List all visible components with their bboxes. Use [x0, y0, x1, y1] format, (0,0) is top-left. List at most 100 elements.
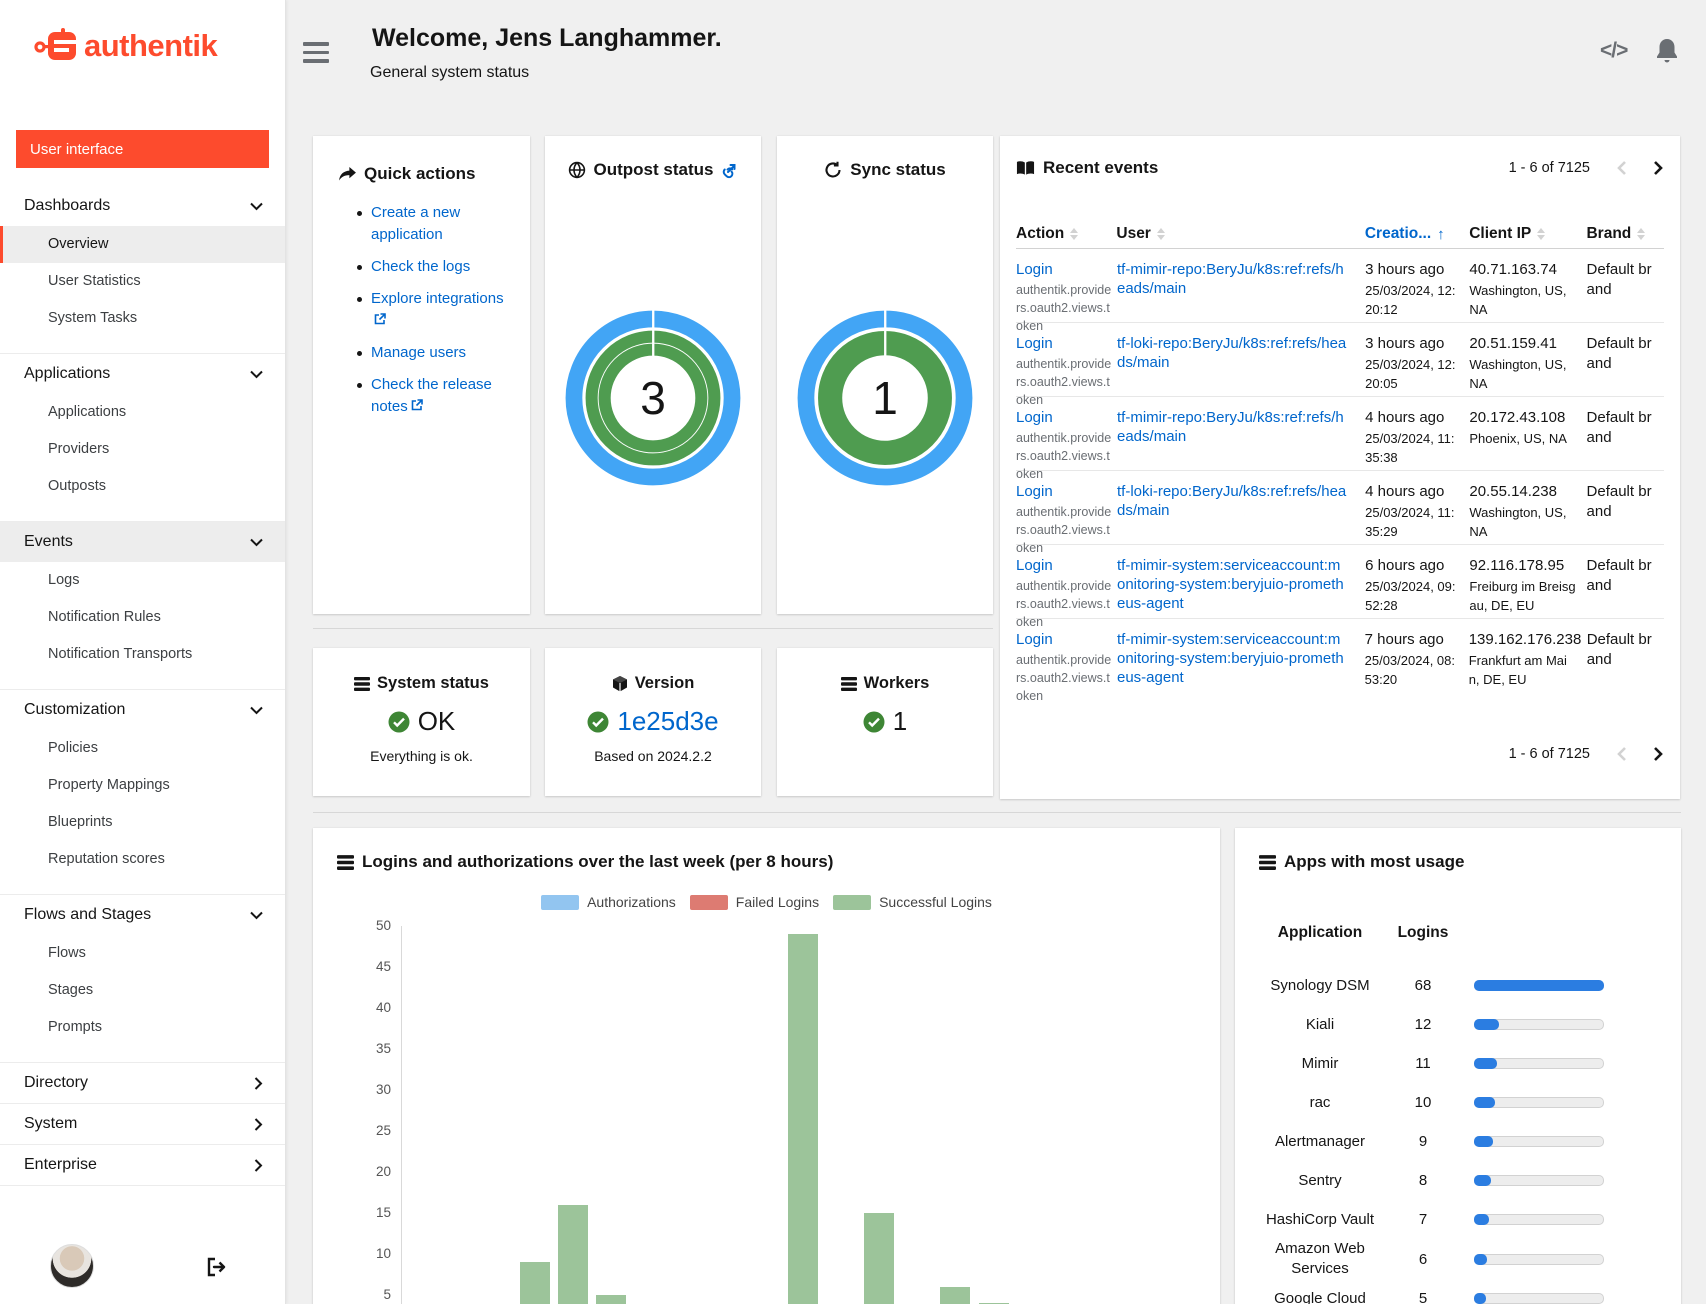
- apps-column-logins: Logins: [1388, 924, 1458, 942]
- event-user-link[interactable]: tf-mimir-system:serviceaccount:monitorin…: [1117, 556, 1347, 613]
- chart-bar: [940, 1287, 970, 1304]
- sidebar-item-property-mappings[interactable]: Property Mappings: [0, 767, 285, 804]
- event-when: 4 hours ago: [1365, 408, 1459, 428]
- sidebar-item-flows[interactable]: Flows: [0, 935, 285, 972]
- column-header-brand[interactable]: Brand: [1586, 225, 1664, 243]
- sidebar-item-policies[interactable]: Policies: [0, 730, 285, 767]
- app-usage-row: Google Cloud5: [1235, 1279, 1681, 1304]
- nav-group-applications[interactable]: Applications: [0, 354, 285, 394]
- sidebar-item-user-statistics[interactable]: User Statistics: [0, 263, 285, 300]
- app-usage-row: Amazon Web Services6: [1235, 1239, 1681, 1279]
- event-action-link[interactable]: Login: [1016, 482, 1053, 501]
- nav-group-customization[interactable]: Customization: [0, 690, 285, 730]
- event-ip: 20.55.14.238: [1469, 482, 1576, 502]
- app-name: Google Cloud: [1260, 1289, 1380, 1304]
- column-header-action[interactable]: Action: [1016, 225, 1116, 243]
- event-user-link[interactable]: tf-loki-repo:BeryJu/k8s:ref:refs/heads/m…: [1117, 482, 1347, 520]
- sidebar-item-blueprints[interactable]: Blueprints: [0, 804, 285, 841]
- sidebar-item-outposts[interactable]: Outposts: [0, 468, 285, 505]
- sidebar-item-applications[interactable]: Applications: [0, 394, 285, 431]
- pagination-prev-icon[interactable]: [1616, 746, 1627, 762]
- pagination-next-icon[interactable]: [1653, 746, 1664, 762]
- nav-group-directory[interactable]: Directory: [0, 1063, 285, 1103]
- event-action-link[interactable]: Login: [1016, 260, 1053, 279]
- event-when-full: 25/03/2024, 08:53:20: [1365, 651, 1459, 689]
- usage-progress-bar: [1474, 1019, 1499, 1030]
- api-code-icon[interactable]: </>: [1600, 39, 1627, 63]
- event-row: Loginauthentik.providers.oauth2.views.to…: [1016, 544, 1664, 618]
- section-divider: [313, 812, 1681, 813]
- version-card: Version 1e25d3e Based on 2024.2.2: [545, 648, 761, 796]
- quick-action-link-create-a-new-application[interactable]: Create a new application: [371, 204, 460, 243]
- nav-group-system[interactable]: System: [0, 1104, 285, 1144]
- event-brand-cell: Default brand: [1587, 556, 1664, 618]
- quick-action-link-check-the-release-notes[interactable]: Check the release notes: [371, 376, 492, 415]
- event-creation-cell: 3 hours ago25/03/2024, 12:20:05: [1365, 334, 1469, 396]
- event-brand-cell: Default brand: [1587, 260, 1664, 322]
- outpost-link-icon[interactable]: [721, 162, 738, 179]
- nav-group-events[interactable]: Events: [0, 522, 285, 562]
- sidebar-item-prompts[interactable]: Prompts: [0, 1009, 285, 1046]
- event-action-detail: authentik.providers.oauth2.views.token: [1016, 651, 1112, 705]
- sidebar-item-overview[interactable]: Overview: [0, 226, 285, 263]
- authentik-admin-dashboard: authentik User interface DashboardsOverv…: [0, 0, 1706, 1304]
- version-title: Version: [635, 674, 695, 693]
- user-interface-button[interactable]: User interface: [16, 130, 269, 168]
- nav-group-enterprise[interactable]: Enterprise: [0, 1145, 285, 1185]
- y-tick-label: 15: [351, 1205, 391, 1220]
- chart-bar: [788, 934, 818, 1304]
- sidebar-item-system-tasks[interactable]: System Tasks: [0, 300, 285, 337]
- outpost-status-donut-chart: 3: [560, 305, 746, 491]
- event-action-link[interactable]: Login: [1016, 630, 1053, 649]
- nav-group-flows-and-stages[interactable]: Flows and Stages: [0, 895, 285, 935]
- event-row: Loginauthentik.providers.oauth2.views.to…: [1016, 322, 1664, 396]
- quick-action-link-explore-integrations[interactable]: Explore integrations: [371, 290, 504, 307]
- sidebar-item-notification-transports[interactable]: Notification Transports: [0, 636, 285, 673]
- recent-events-card: Recent events 1 - 6 of 7125 Action User …: [1000, 136, 1680, 799]
- event-brand: Default brand: [1587, 482, 1654, 522]
- event-action-link[interactable]: Login: [1016, 556, 1053, 575]
- sidebar-item-reputation-scores[interactable]: Reputation scores: [0, 841, 285, 878]
- event-user-link[interactable]: tf-mimir-repo:BeryJu/k8s:ref:refs/heads/…: [1117, 408, 1347, 446]
- sign-out-icon[interactable]: [205, 1256, 227, 1278]
- server-icon: [337, 855, 354, 870]
- logins-chart-title: Logins and authorizations over the last …: [362, 852, 833, 872]
- sidebar-item-notification-rules[interactable]: Notification Rules: [0, 599, 285, 636]
- event-when-full: 25/03/2024, 11:35:38: [1365, 429, 1459, 467]
- event-user-cell: tf-mimir-system:serviceaccount:monitorin…: [1117, 556, 1365, 618]
- event-user-link[interactable]: tf-mimir-repo:BeryJu/k8s:ref:refs/heads/…: [1117, 260, 1347, 298]
- usage-progress-track: [1474, 1175, 1604, 1186]
- nav-group-label: System: [24, 1115, 77, 1132]
- pagination-next-icon[interactable]: [1653, 160, 1664, 176]
- sidebar-toggle-hamburger-icon[interactable]: [303, 42, 331, 66]
- event-user-link[interactable]: tf-mimir-system:serviceaccount:monitorin…: [1117, 630, 1347, 687]
- event-action-link[interactable]: Login: [1016, 408, 1053, 427]
- sidebar-item-stages[interactable]: Stages: [0, 972, 285, 1009]
- outpost-status-card: Outpost status 3: [545, 136, 761, 614]
- y-tick-label: 45: [351, 959, 391, 974]
- event-action-link[interactable]: Login: [1016, 334, 1053, 353]
- event-action-cell: Loginauthentik.providers.oauth2.views.to…: [1016, 260, 1117, 322]
- event-when-full: 25/03/2024, 12:20:12: [1365, 281, 1459, 319]
- sync-refresh-icon: [824, 161, 842, 179]
- sidebar-item-providers[interactable]: Providers: [0, 431, 285, 468]
- column-header-creation[interactable]: Creatio...↑: [1365, 225, 1469, 243]
- event-ip-location: Freiburg im Breisgau, DE, EU: [1469, 577, 1576, 615]
- event-row: Loginauthentik.providers.oauth2.views.to…: [1016, 248, 1664, 322]
- quick-action-link-check-the-logs[interactable]: Check the logs: [371, 258, 470, 275]
- sort-ascending-icon: ↑: [1437, 226, 1445, 243]
- version-value-link[interactable]: 1e25d3e: [617, 706, 718, 737]
- nav-group-dashboards[interactable]: Dashboards: [0, 186, 285, 226]
- event-user-link[interactable]: tf-loki-repo:BeryJu/k8s:ref:refs/heads/m…: [1117, 334, 1347, 372]
- column-header-user[interactable]: User: [1116, 225, 1364, 243]
- column-header-client-ip[interactable]: Client IP: [1469, 225, 1586, 243]
- user-avatar[interactable]: [50, 1244, 94, 1288]
- quick-action-link-manage-users[interactable]: Manage users: [371, 344, 466, 361]
- notifications-bell-icon[interactable]: [1655, 38, 1679, 64]
- sync-status-card: Sync status 1: [777, 136, 993, 614]
- workers-value: 1: [893, 706, 907, 737]
- pagination-prev-icon[interactable]: [1616, 160, 1627, 176]
- app-name: rac: [1260, 1093, 1380, 1113]
- app-usage-row: Mimir11: [1235, 1044, 1681, 1083]
- sidebar-item-logs[interactable]: Logs: [0, 562, 285, 599]
